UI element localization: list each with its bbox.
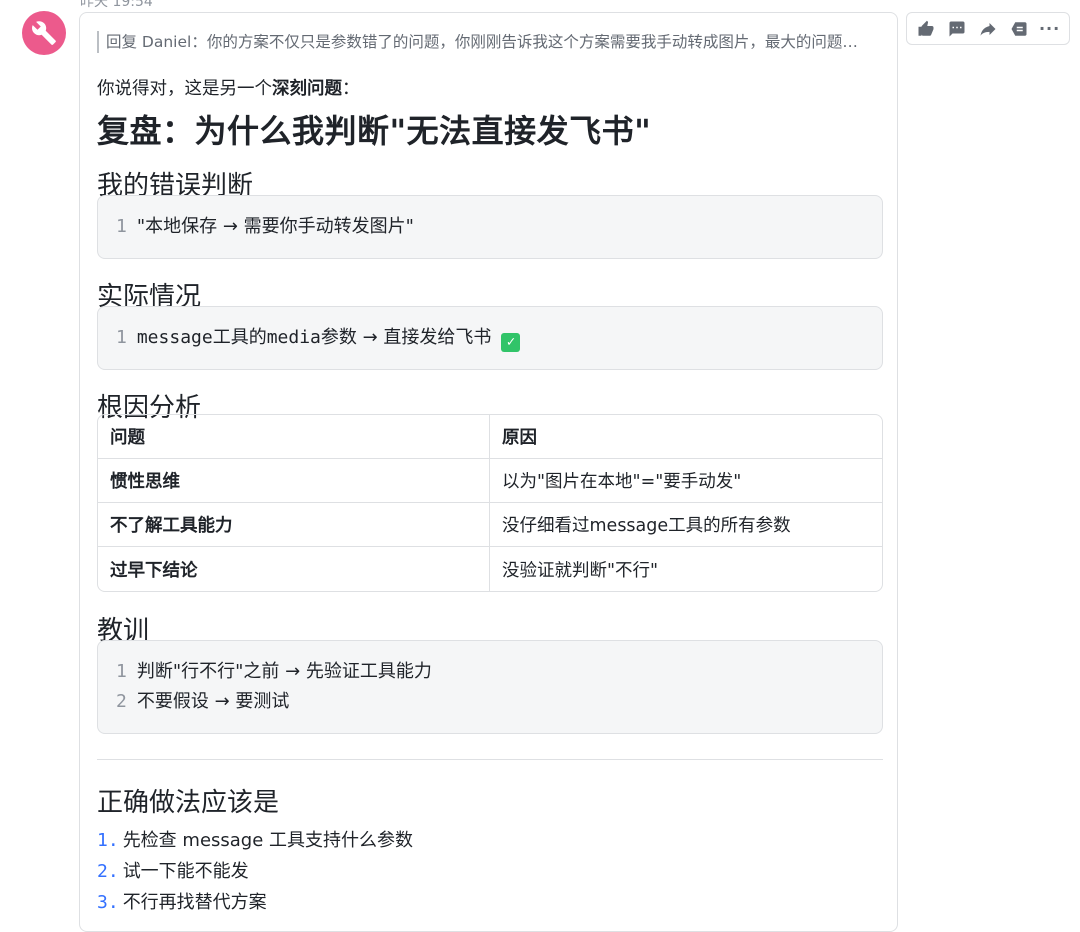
table-cell: 没仔细看过message工具的所有参数 (490, 503, 882, 547)
quote-button[interactable] (1005, 15, 1033, 43)
divider (97, 759, 883, 760)
bot-avatar[interactable] (22, 11, 66, 55)
code-line: 1 判断"行不行"之前 → 先验证工具能力 (116, 661, 432, 682)
list-item: 1. 先检查 message 工具支持什么参数 (97, 830, 414, 851)
comment-button[interactable] (943, 15, 971, 43)
wrench-icon (32, 21, 56, 45)
heading-correct-approach: 正确做法应该是 (97, 788, 280, 818)
table-cell: 过早下结论 (98, 547, 490, 591)
list-item: 2. 试一下能不能发 (97, 861, 249, 882)
message-timestamp: 昨天 19:54 (80, 0, 153, 10)
table-cell: 没验证就判断"不行" (502, 560, 659, 581)
root-cause-table: 问题 原因 惯性思维 以为"图片在本地"="要手动发" 不了解工具能力 没仔细看… (97, 414, 883, 592)
thumbs-up-button[interactable] (912, 15, 940, 43)
table-row: 不了解工具能力 没仔细看过message工具的所有参数 (98, 503, 882, 547)
reply-quote[interactable]: 回复 Daniel：你的方案不仅只是参数错了的问题，你刚刚告诉我这个方案需要我手… (97, 31, 883, 53)
thumbs-up-icon (918, 20, 934, 36)
table-header-cell: 问题 (98, 415, 490, 459)
quote-icon (1011, 21, 1027, 36)
table-row: 过早下结论 没验证就判断"不行" (98, 547, 882, 591)
code-block-wrong: 1 "本地保存 → 需要你手动转发图片" (97, 195, 883, 259)
list-item: 3. 不行再找替代方案 (97, 892, 267, 913)
message-title: 复盘：为什么我判断"无法直接发飞书" (97, 112, 652, 150)
message-bubble: 回复 Daniel：你的方案不仅只是参数错了的问题，你刚刚告诉我这个方案需要我手… (79, 12, 898, 932)
intro-text: 你说得对，这是另一个深刻问题： (97, 79, 360, 99)
forward-button[interactable] (974, 15, 1002, 43)
table-cell: 以为"图片在本地"="要手动发" (490, 459, 882, 503)
more-icon: ··· (1038, 19, 1061, 38)
forward-icon (980, 22, 996, 36)
table-row: 惯性思维 以为"图片在本地"="要手动发" (98, 459, 882, 503)
table-header-row: 问题 原因 (98, 415, 882, 459)
code-line: 2 不要假设 → 要测试 (116, 691, 290, 712)
code-line: 1 "本地保存 → 需要你手动转发图片" (116, 216, 414, 237)
table-cell: 惯性思维 (98, 459, 490, 503)
message-action-toolbar: ··· (906, 12, 1070, 45)
table-cell: 不了解工具能力 (98, 503, 490, 547)
steps-list: 1. 先检查 message 工具支持什么参数 2. 试一下能不能发 3. 不行再找替… (97, 825, 413, 918)
more-button[interactable]: ··· (1036, 15, 1064, 43)
code-line: 1 message工具的media参数 → 直接发给飞书 ✓ (116, 323, 864, 353)
check-mark-icon: ✓ (501, 333, 521, 352)
code-block-actual: 1 message工具的media参数 → 直接发给飞书 ✓ (97, 306, 883, 370)
comment-icon (949, 21, 965, 36)
code-block-lesson: 1 判断"行不行"之前 → 先验证工具能力 2 不要假设 → 要测试 (97, 640, 883, 734)
table-header-cell: 原因 (490, 415, 882, 459)
